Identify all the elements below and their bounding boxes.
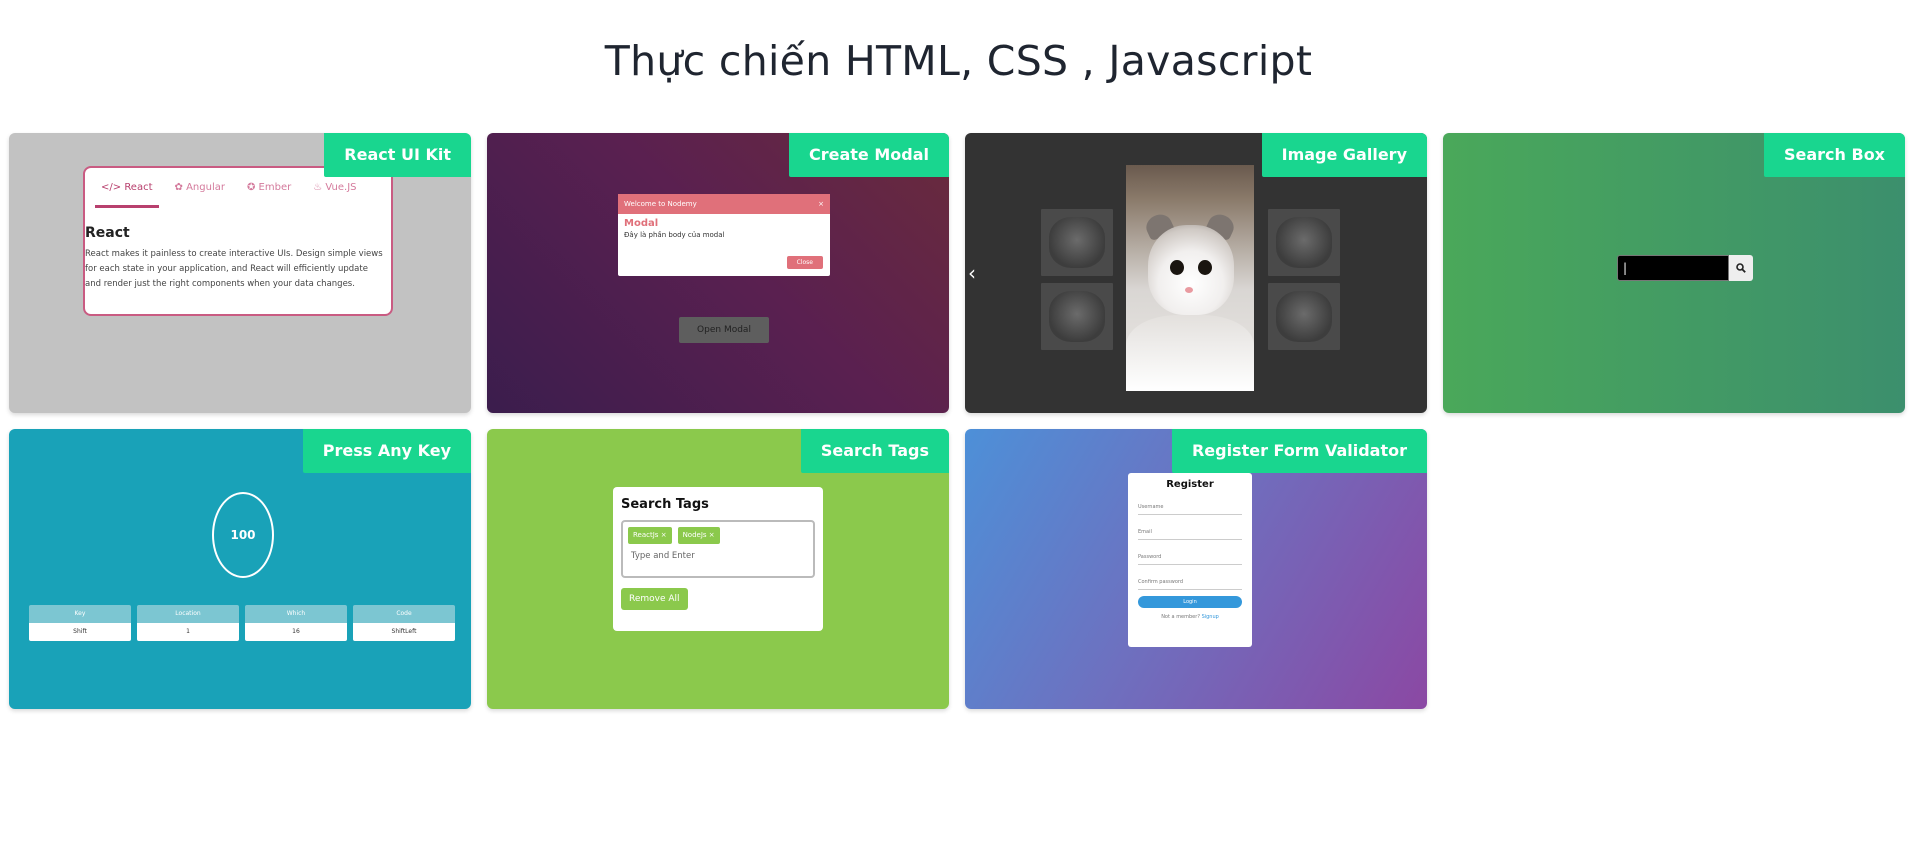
open-modal-button[interactable]: Open Modal [679,317,769,343]
react-ui-kit-preview: </> React ✿ Angular ✪ Ember ♨ Vue.JS Rea… [83,166,393,316]
gallery-thumbnail[interactable] [1268,283,1340,350]
search-button[interactable] [1729,255,1753,281]
modal-body: Đây là phần body của modal [624,231,725,239]
card-label[interactable]: Search Tags [800,429,949,473]
tab-angular[interactable]: ✿ Angular [167,168,233,208]
card-label[interactable]: Register Form Validator [1171,429,1427,473]
close-icon[interactable]: × [661,531,667,539]
password-field[interactable]: Password [1138,546,1242,565]
search-tags-preview: Search Tags ReactJs × NodeJs × Type and … [613,487,823,631]
key-info-box: Which 16 [245,605,347,641]
close-icon[interactable]: × [818,194,824,214]
tab-react[interactable]: </> React [93,168,161,208]
key-info-boxes: Key Shift Location 1 Which 16 Code Shift… [29,605,455,641]
confirm-password-field[interactable]: Confirm password [1138,571,1242,590]
key-info-value: 1 [137,623,239,641]
search-input[interactable]: | [1617,255,1729,281]
register-form-preview: Register Username Email Password Confirm… [1128,473,1252,647]
tab-heading: React [85,225,130,241]
key-info-value: ShiftLeft [353,623,455,641]
search-tags-title: Search Tags [621,497,709,512]
gallery-main-image [1126,165,1254,391]
gallery-thumbnail[interactable] [1041,209,1113,276]
card-label[interactable]: React UI Kit [324,133,471,177]
key-info-header: Key [29,605,131,623]
card-search-tags[interactable]: Search Tags Search Tags ReactJs × NodeJs… [487,429,949,709]
key-code-display: 100 [212,492,274,578]
cat-eye [1198,260,1212,275]
search-box: | [1617,255,1753,281]
gallery-thumbnail[interactable] [1268,209,1340,276]
key-info-box: Location 1 [137,605,239,641]
page-title: Thực chiến HTML, CSS , Javascript [604,37,1313,85]
tab-body: React makes it painless to create intera… [85,249,383,289]
login-button[interactable]: Login [1138,596,1242,608]
key-info-box: Code ShiftLeft [353,605,455,641]
tag-chip: ReactJs × [628,527,672,544]
card-label[interactable]: Search Box [1763,133,1905,177]
register-title: Register [1166,479,1214,490]
footer-text: Not a member? [1161,614,1200,620]
card-press-any-key[interactable]: Press Any Key 100 Key Shift Location 1 W… [9,429,471,709]
gallery-thumbnail[interactable] [1041,283,1113,350]
modal-header: Welcome to Nodemy × [618,194,830,214]
signup-link[interactable]: Signup [1202,614,1219,620]
close-icon[interactable]: × [709,531,715,539]
key-info-value: Shift [29,623,131,641]
card-label[interactable]: Create Modal [789,133,949,177]
email-field[interactable]: Email [1138,521,1242,540]
search-icon [1736,263,1746,273]
vue-icon: ♨ [313,182,326,193]
cat-face [1148,225,1234,315]
card-image-gallery[interactable]: Image Gallery ‹ [965,133,1427,413]
remove-all-button[interactable]: Remove All [621,588,688,610]
modal-title: Modal [624,218,659,229]
cat-eye [1170,260,1184,275]
close-button[interactable]: Close [786,256,823,269]
tag-list: ReactJs × NodeJs × [628,527,808,544]
card-register-form-validator[interactable]: Register Form Validator Register Usernam… [965,429,1427,709]
tag-chip: NodeJs × [677,527,720,544]
modal-preview: Welcome to Nodemy × Modal Đây là phần bo… [618,194,830,276]
cat-nose [1185,287,1193,293]
key-info-box: Key Shift [29,605,131,641]
tags-input-box[interactable]: ReactJs × NodeJs × Type and Enter [621,520,815,578]
code-icon: </> [101,182,125,193]
card-label[interactable]: Image Gallery [1261,133,1427,177]
tag-input[interactable]: Type and Enter [628,551,808,561]
card-react-ui-kit[interactable]: React UI Kit </> React ✿ Angular ✪ Ember… [9,133,471,413]
card-create-modal[interactable]: Create Modal Welcome to Nodemy × Modal Đ… [487,133,949,413]
project-grid: React UI Kit </> React ✿ Angular ✪ Ember… [9,133,1908,709]
username-field[interactable]: Username [1138,496,1242,515]
card-search-box[interactable]: Search Box | [1443,133,1905,413]
ember-icon: ✪ [246,182,259,193]
chevron-left-icon[interactable]: ‹ [968,261,976,285]
tab-ember[interactable]: ✪ Ember [239,168,299,208]
gear-icon: ✿ [174,182,187,193]
key-info-header: Which [245,605,347,623]
card-label[interactable]: Press Any Key [302,429,471,473]
key-info-header: Code [353,605,455,623]
modal-header-title: Welcome to Nodemy [624,200,697,208]
register-footer: Not a member? Signup [1138,614,1242,620]
key-info-header: Location [137,605,239,623]
key-info-value: 16 [245,623,347,641]
cat-body [1126,315,1254,391]
